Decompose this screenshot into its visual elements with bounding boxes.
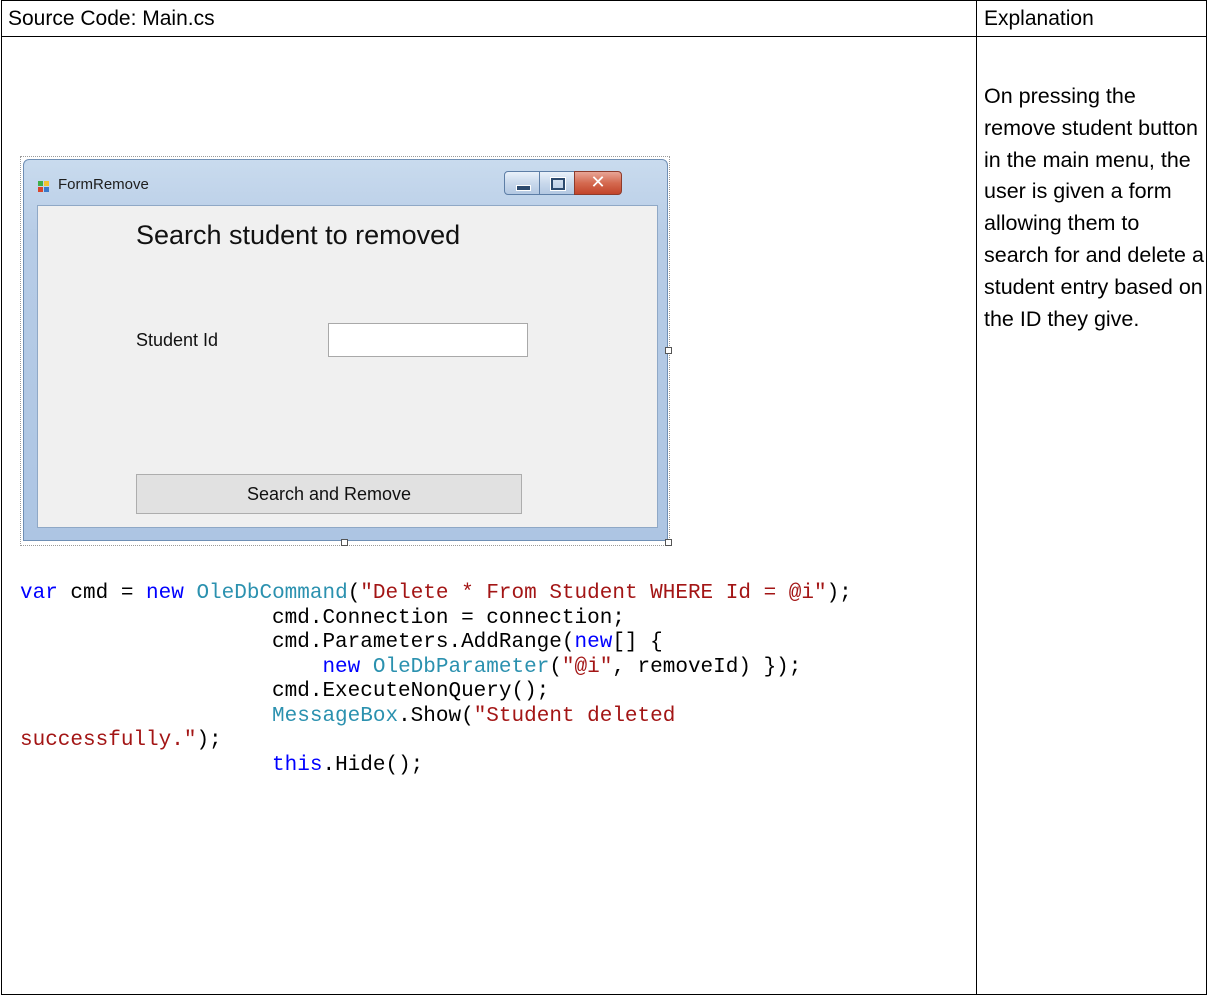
close-button[interactable]: ✕	[574, 171, 622, 195]
code-string: "Student deleted	[473, 704, 676, 728]
header-source-code: Source Code: Main.cs	[8, 7, 215, 30]
student-id-label: Student Id	[136, 330, 219, 350]
code-text: cmd.Parameters.AddRange(	[20, 631, 575, 654]
minimize-button[interactable]	[504, 171, 540, 195]
student-id-input[interactable]	[328, 323, 528, 357]
resize-handle-corner[interactable]	[665, 539, 672, 546]
code-line-3: cmd.Parameters.AddRange(new[] {	[20, 631, 663, 654]
form-screenshot: FormRemove ✕ Search student to removed S…	[20, 156, 672, 546]
header-divider	[2, 36, 1206, 37]
code-line-8: this.Hide();	[20, 754, 423, 777]
code-keyword: new	[146, 582, 184, 605]
code-text: );	[826, 582, 852, 605]
code-type: MessageBox	[272, 704, 399, 728]
explanation-text: On pressing the remove student button in…	[984, 84, 1204, 331]
minimize-icon	[516, 185, 531, 191]
code-text: .Hide();	[322, 753, 424, 777]
code-line-2: cmd.Connection = connection;	[20, 606, 625, 630]
search-and-remove-button[interactable]: Search and Remove	[136, 474, 522, 514]
code-keyword: var	[20, 582, 58, 605]
code-text: (	[347, 582, 361, 605]
form-client-area: Search student to removed Student Id Sea…	[37, 205, 658, 528]
window-title: FormRemove	[58, 176, 149, 193]
code-text: (	[549, 655, 562, 679]
code-text: , removeId) });	[612, 655, 802, 679]
caption-buttons: ✕	[504, 171, 622, 197]
form-app-icon	[38, 181, 52, 193]
code-line-5: cmd.ExecuteNonQuery();	[20, 680, 550, 703]
maximize-button[interactable]	[539, 171, 575, 195]
code-string: "Delete * From Student WHERE Id = @i"	[360, 582, 827, 605]
resize-handle-bottom[interactable]	[341, 539, 348, 546]
code-keyword: this	[272, 753, 323, 777]
code-block: var cmd = new OleDbCommand("Delete * Fro…	[20, 582, 852, 778]
header-explanation: Explanation	[984, 7, 1094, 30]
code-line-6: MessageBox.Show("Student deleted	[20, 705, 675, 728]
code-text: .Show(	[398, 704, 474, 728]
code-string: successfully."	[20, 729, 197, 752]
maximize-icon	[550, 177, 566, 191]
code-text: cmd =	[57, 582, 147, 605]
code-line-1: var cmd = new OleDbCommand("Delete * Fro…	[20, 582, 852, 605]
code-line-7: successfully.");	[20, 729, 222, 752]
column-divider	[976, 1, 977, 994]
close-icon: ✕	[590, 172, 606, 193]
window-frame: FormRemove ✕ Search student to removed S…	[23, 159, 668, 541]
code-type: OleDbParameter	[372, 655, 550, 679]
code-keyword: new	[574, 631, 613, 654]
code-text: [] {	[612, 631, 663, 654]
code-string: "@i"	[561, 655, 613, 679]
code-keyword: new	[322, 655, 361, 679]
code-line-4: new OleDbParameter("@i", removeId) });	[20, 656, 801, 679]
resize-handle-right[interactable]	[665, 347, 672, 354]
code-type: OleDbCommand	[196, 582, 348, 605]
code-text: );	[196, 729, 222, 752]
form-heading: Search student to removed	[136, 220, 461, 250]
